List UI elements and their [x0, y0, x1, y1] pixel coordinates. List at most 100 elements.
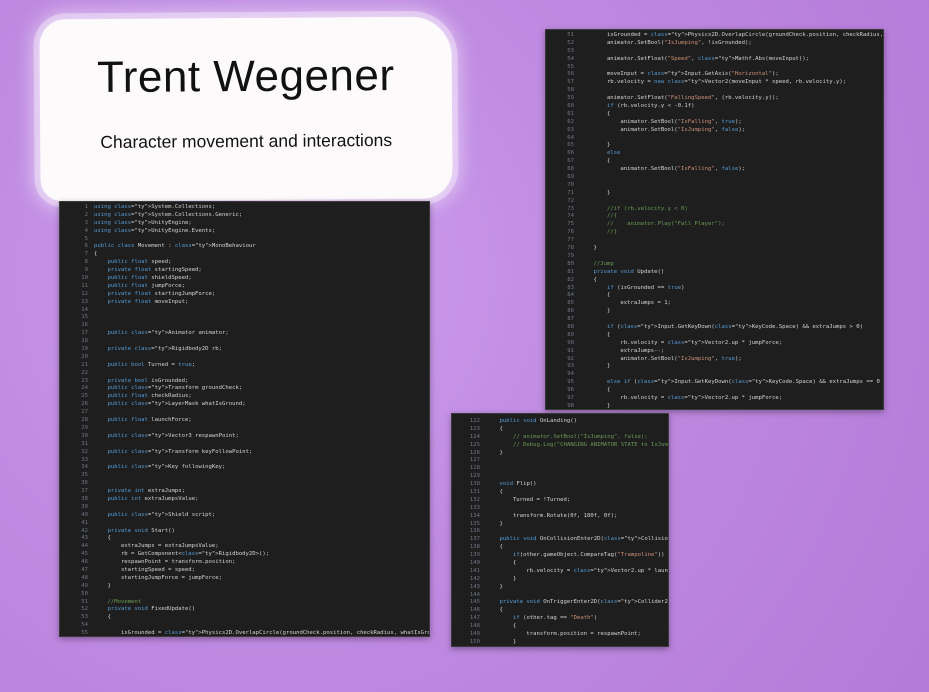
code-line: //{ [606, 213, 618, 220]
line-number: 8 [84, 259, 88, 266]
line-number: 41 [81, 519, 88, 526]
line-number: 83 [567, 284, 574, 291]
line-number: 36 [81, 480, 88, 487]
code-line: } [580, 245, 597, 252]
line-number: 49 [81, 582, 88, 589]
line-number: 142 [469, 575, 480, 582]
code-line: //Movement [107, 598, 142, 605]
code-line: //if (rb.velocity.y < 0) [606, 205, 688, 212]
code-line: { [580, 158, 611, 165]
line-number: 26 [81, 401, 88, 408]
line-number: 147 [469, 615, 480, 622]
code-line: if(other.gameObject.CompareTag("Trampoli… [512, 552, 665, 559]
line-number: 127 [469, 457, 480, 464]
line-number: 18 [81, 338, 88, 345]
line-number: 65 [567, 142, 574, 149]
code-line: startingJumpForce = jumpForce; [94, 574, 222, 581]
line-number: 86 [567, 308, 574, 315]
line-number: 89 [567, 331, 574, 338]
code-line: animator.SetBool("IsJumping", !isGrounde… [580, 39, 752, 46]
code-line: isGrounded = class="ty">Physics2D.Overla… [94, 630, 429, 637]
code-line: { [486, 560, 517, 567]
line-number: 54 [81, 622, 88, 629]
line-number: 74 [567, 213, 574, 220]
line-number: 76 [567, 229, 574, 236]
line-number: 94 [567, 371, 574, 378]
line-number: 88 [567, 323, 574, 330]
line-number: 37 [81, 488, 88, 495]
line-number: 66 [567, 150, 574, 157]
code-line: if (rb.velocity.y < -0.1f) [606, 103, 695, 110]
code-lines: isGrounded = class="ty">Physics2D.Overla… [580, 32, 883, 409]
code-line: using class="ty">UnityEngine.Events; [94, 227, 216, 234]
line-number: 81 [567, 268, 574, 275]
line-number: 98 [567, 402, 574, 409]
line-number: 24 [81, 385, 88, 392]
line-number: 57 [567, 79, 574, 86]
line-number: 14 [81, 306, 88, 313]
line-number: 33 [81, 456, 88, 463]
title-card: Trent Wegener Character movement and int… [39, 16, 453, 202]
code-line: { [486, 425, 503, 432]
code-lines: public void OnLanding() { // animator.Se… [486, 418, 668, 646]
line-number: 52 [567, 39, 574, 46]
line-number: 71 [567, 189, 574, 196]
code-screenshot-collisions: 122 123 124 125 126 127 128 129 130 131 132 133 134 1… [451, 413, 669, 647]
line-number: 58 [567, 87, 574, 94]
line-number: 122 [469, 418, 480, 424]
line-number: 46 [81, 559, 88, 566]
code-line: { [486, 607, 503, 614]
line-number: 55 [81, 630, 88, 637]
code-line: public class="ty">Key followingKey; [107, 464, 226, 471]
code-line: public class="ty">Vector3 respawnPoint; [107, 432, 239, 439]
line-number: 35 [81, 472, 88, 479]
code-line: else [606, 150, 621, 157]
line-number: 3 [84, 219, 88, 226]
line-number: 123 [469, 425, 480, 432]
line-number: 135 [469, 520, 480, 527]
line-number: 136 [469, 528, 480, 535]
line-number: 134 [469, 512, 480, 519]
line-numbers: 1 2 3 4 5 6 7 8 9 10 11 12 13 14 15 16 17 18 19 20 21 22 23 24 2… [60, 204, 94, 637]
line-number: 68 [567, 166, 574, 173]
page-title: Trent Wegener [96, 50, 395, 103]
line-number: 141 [469, 567, 480, 574]
code-line: else if (class="ty">Input.GetKeyDown(cla… [606, 379, 880, 386]
line-number: 124 [469, 433, 480, 440]
code-line: private int extraJumps; [107, 488, 185, 495]
line-number: 133 [469, 504, 480, 511]
code-line: using class="ty">UnityEngine; [94, 219, 192, 226]
line-number: 139 [469, 552, 480, 559]
line-number: 28 [81, 417, 88, 424]
line-number: 84 [567, 292, 574, 299]
code-line: } [94, 582, 111, 589]
line-number: 61 [567, 110, 574, 117]
line-number: 25 [81, 393, 88, 400]
line-number: 20 [81, 353, 88, 360]
line-number: 11 [81, 282, 88, 289]
line-number: 9 [84, 267, 88, 274]
line-number: 140 [469, 560, 480, 567]
code-line: { [580, 276, 597, 283]
code-line: // Debug.Log("CHANGING ANIMATOR STATE to… [512, 441, 668, 448]
line-number: 59 [567, 95, 574, 102]
code-line: private void FixedUpdate() [107, 606, 196, 613]
code-line: } [486, 575, 517, 582]
line-number: 47 [81, 566, 88, 573]
line-number: 63 [567, 126, 574, 133]
line-number: 53 [81, 614, 88, 621]
code-line: respawnPoint = transform.position; [94, 559, 236, 566]
